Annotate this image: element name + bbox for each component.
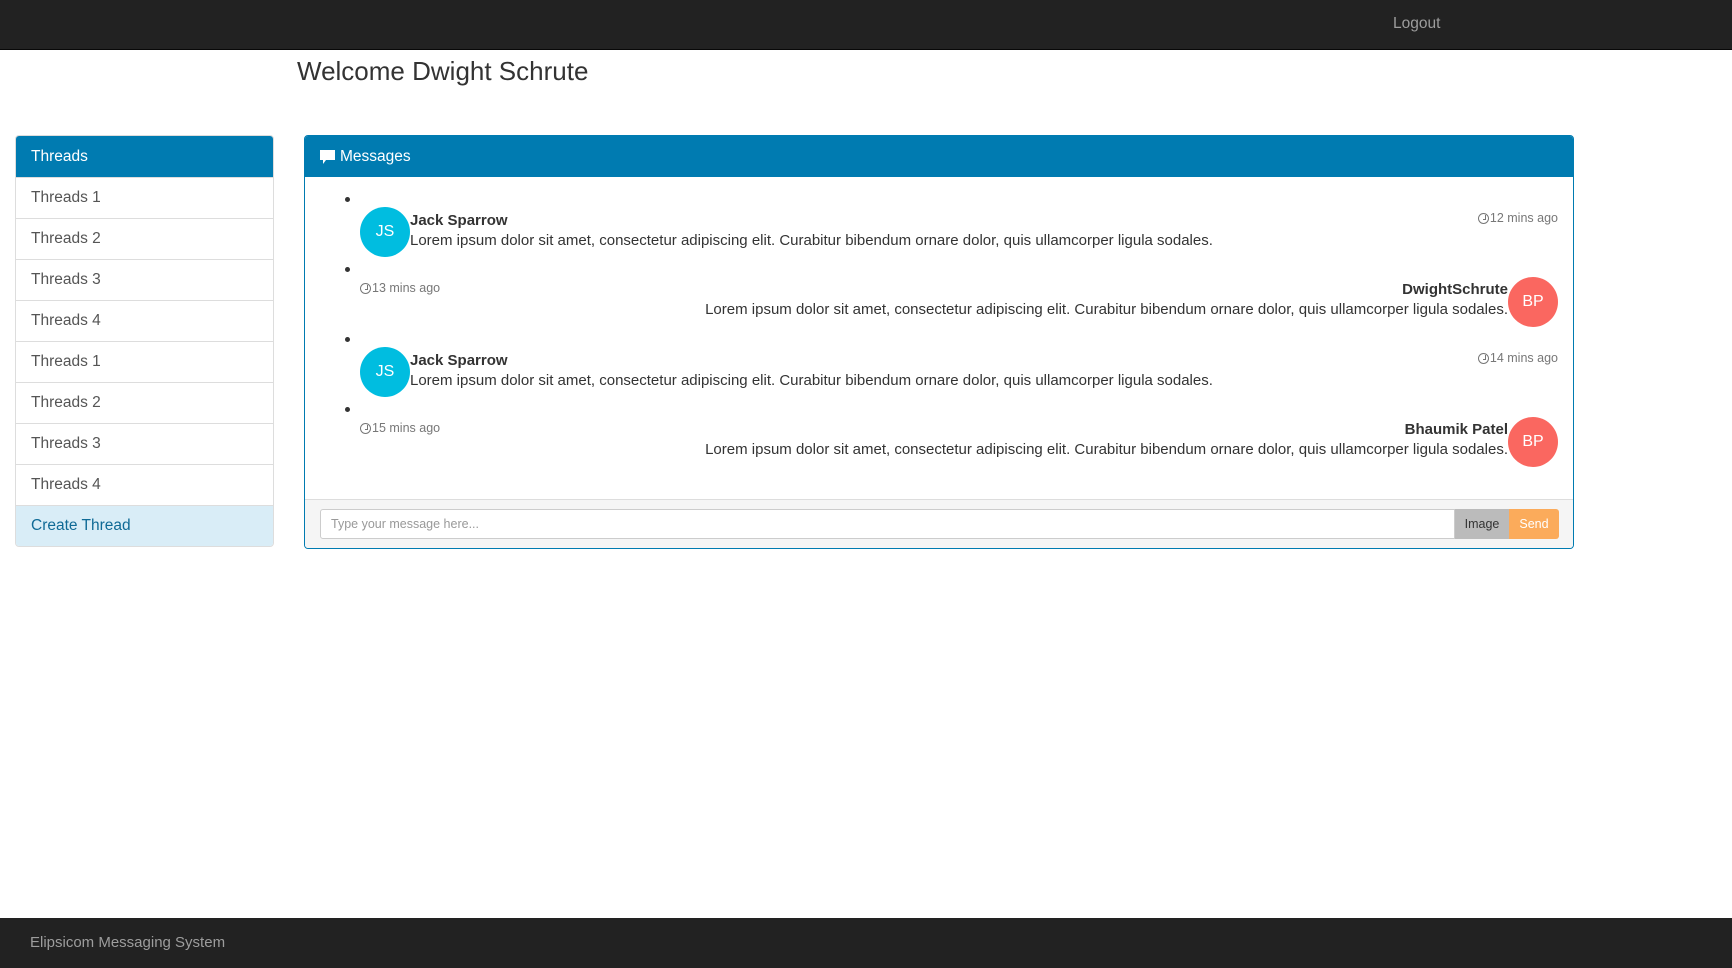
thread-item[interactable]: Threads 3 — [16, 259, 273, 300]
clock-icon — [360, 422, 371, 434]
comment-icon — [320, 149, 335, 164]
threads-sidebar: Threads Threads 1 Threads 2 Threads 3 Th… — [15, 135, 274, 547]
message-item: JS Jack Sparrow Lorem ipsum dolor sit am… — [305, 337, 1573, 407]
send-button[interactable]: Send — [1509, 509, 1559, 539]
bullet — [345, 267, 350, 272]
message-list: JS Jack Sparrow Lorem ipsum dolor sit am… — [305, 177, 1573, 499]
thread-item[interactable]: Threads 2 — [16, 218, 273, 259]
message-time: 13 mins ago — [360, 281, 440, 295]
message-text: Lorem ipsum dolor sit amet, consectetur … — [705, 301, 1508, 318]
avatar: JS — [360, 207, 410, 257]
messages-title: Messages — [340, 148, 411, 165]
thread-item[interactable]: Threads 4 — [16, 300, 273, 341]
page-title: Welcome Dwight Schrute — [297, 56, 589, 86]
message-text: Lorem ipsum dolor sit amet, consectetur … — [410, 232, 1213, 249]
logout-link[interactable]: Logout — [1393, 15, 1440, 33]
bullet — [345, 337, 350, 342]
sender-name: Jack Sparrow — [410, 212, 508, 229]
thread-item[interactable]: Threads 4 — [16, 464, 273, 505]
avatar: BP — [1508, 417, 1558, 467]
message-item: 15 mins ago Bhaumik Patel Lorem ipsum do… — [305, 407, 1573, 477]
messages-panel: Messages JS Jack Sparrow Lorem ipsum dol… — [304, 135, 1574, 549]
footer: Elipsicom Messaging System — [0, 918, 1732, 968]
clock-icon — [1477, 212, 1489, 224]
thread-item[interactable]: Threads 3 — [16, 423, 273, 464]
navbar: Logout — [0, 0, 1732, 50]
threads-heading: Threads — [16, 136, 273, 177]
message-item: 13 mins ago DwightSchrute Lorem ipsum do… — [305, 267, 1573, 337]
thread-item[interactable]: Threads 2 — [16, 382, 273, 423]
message-time: 15 mins ago — [360, 421, 440, 435]
avatar: BP — [1508, 277, 1558, 327]
thread-item[interactable]: Threads 1 — [16, 177, 273, 218]
sender-name: Jack Sparrow — [410, 352, 508, 369]
message-input[interactable]: Type your message here... — [320, 509, 1455, 539]
clock-icon — [360, 282, 371, 294]
message-text: Lorem ipsum dolor sit amet, consectetur … — [410, 372, 1213, 389]
compose-bar: Type your message here... Image Send — [305, 499, 1573, 548]
bullet — [345, 407, 350, 412]
messages-heading: Messages — [305, 136, 1573, 177]
message-time: 12 mins ago — [1477, 211, 1558, 225]
image-button[interactable]: Image — [1455, 509, 1509, 539]
message-item: JS Jack Sparrow Lorem ipsum dolor sit am… — [305, 197, 1573, 267]
avatar: JS — [360, 347, 410, 397]
create-thread-button[interactable]: Create Thread — [16, 505, 273, 546]
message-time: 14 mins ago — [1477, 351, 1558, 365]
message-text: Lorem ipsum dolor sit amet, consectetur … — [705, 441, 1508, 458]
sender-name: Bhaumik Patel — [1404, 421, 1508, 438]
thread-item[interactable]: Threads 1 — [16, 341, 273, 382]
bullet — [345, 197, 350, 202]
sender-name: DwightSchrute — [1402, 281, 1508, 298]
clock-icon — [1477, 352, 1489, 364]
